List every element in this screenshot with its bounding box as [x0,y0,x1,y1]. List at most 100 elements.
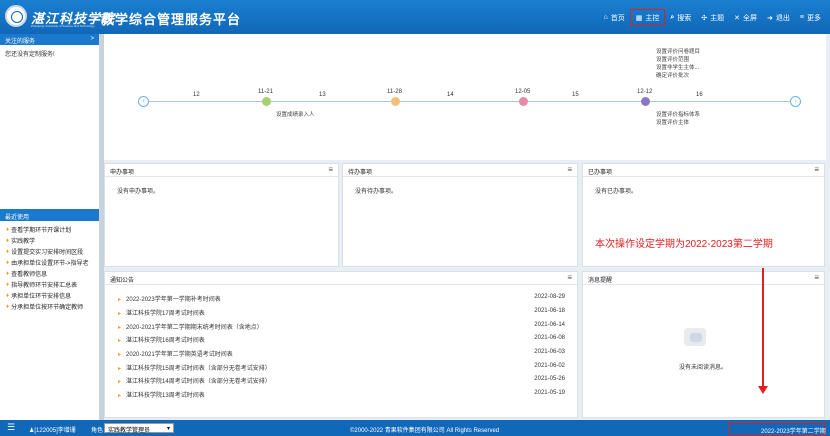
top-bar: 湛江科技学院 Zhanjiang University of Science a… [0,0,830,34]
bullet-icon: ▸ [118,338,122,344]
notice-item[interactable]: ▸ 2020-2021学年第二学期英语考试时间表 [118,349,233,358]
notice-item[interactable]: ▸ 湛江科技学院16周考试时间表 [118,335,205,344]
status-bar: ☰ ♟[122005]李增珊 角色 实践教学管理员 ▾ ©2000-2022 青果… [0,420,830,436]
notice-date: 2021-06-14 [534,322,565,328]
bullet-icon: ▸ [118,311,122,317]
timeline-next-button[interactable]: › [790,96,801,107]
notice-item[interactable]: ▸ 湛江科技学院15周考试时间表（含部分无卷考试安排） [118,363,271,372]
bullet-icon: ♦ [6,303,10,310]
bullet-icon: ♦ [6,259,10,266]
todo-panel: 待办事项 ≡ 没有待办事项。 [342,163,578,267]
timeline-event[interactable]: 设置评价指标体系 [656,111,700,119]
panel-menu-icon[interactable]: ≡ [567,274,572,282]
notice-date: 2021-06-02 [534,363,565,369]
user-info[interactable]: ♟[122005]李增珊 [29,425,76,434]
notice-date: 2021-06-03 [534,349,565,355]
recent-item[interactable]: ♦ 分承担单位按环节确定教师 [0,301,99,312]
calendar-timeline: ‹ › 12 13 14 15 16 11-21 11-28 12-05 12-… [104,34,826,160]
nav-theme[interactable]: ✣ 主题 [696,9,729,26]
annotation-arrow-head [758,386,768,394]
week-number: 14 [447,92,454,98]
timeline-date: 11-28 [387,89,402,95]
pending-panel: 申办事项 ≡ 没有申办事项。 [104,163,339,267]
recent-item[interactable]: ♦ 指导教师环节安排汇总表 [0,279,99,290]
timeline-node[interactable] [519,97,528,106]
panel-title: 通知公告 [110,278,135,284]
panel-menu-icon[interactable]: ≡ [567,166,572,174]
panel-menu-icon[interactable]: ≡ [328,166,333,174]
notices-panel: 通知公告 ≡ ▸ 2022-2023学年第一学期补考时间表 2022-08-29 ▸… [104,271,578,418]
panel-menu-icon[interactable]: ≡ [814,274,819,282]
week-number: 13 [319,92,326,98]
bullet-icon: ▸ [118,297,122,303]
annotation-text: 本次操作设定学期为2022-2023第二学期 [595,239,773,250]
bullet-icon: ♦ [6,248,10,255]
chevron-down-icon: ▾ [166,426,170,432]
bullet-icon: ♦ [6,292,10,299]
search-icon: ⌕ [670,13,675,21]
recent-list: ♦ 查看学期环节开课计划 ♦ 实践教学 ♦ 设置提交实习安排时间区段 ♦ 由承担单位设置… [0,224,99,312]
notice-date: 2021-06-18 [534,308,565,314]
bullet-icon: ▸ [118,393,122,399]
more-icon: ≡ [799,14,804,21]
panel-empty-text: 没有申办事项。 [117,189,160,195]
notice-date: 2021-05-19 [534,390,565,396]
nav-fullscreen[interactable]: ✕ 全屏 [729,9,762,26]
timeline-event[interactable]: 设置成绩录入人 [276,111,315,119]
timeline-node[interactable] [391,97,400,106]
notice-item[interactable]: ▸ 湛江科技学院13周考试时间表 [118,390,205,399]
timeline-node[interactable] [641,97,650,106]
panel-menu-icon[interactable]: ≡ [814,166,819,174]
role-label: 角色 [91,428,104,434]
timeline-prev-button[interactable]: ‹ [138,96,149,107]
recent-item[interactable]: ♦ 查看学期环节开课计划 [0,224,99,235]
panel-title: 已办事项 [588,170,613,176]
nav-dashboard[interactable]: ▦ 主控 [629,9,666,26]
timeline-date: 11-21 [258,89,273,95]
top-nav: ⌂ 首页 ▦ 主控 ⌕ 搜索 ✣ 主题 ✕ 全屏 ➜ 退出 ≡ 更多 [599,9,827,26]
panel-title: 消息提醒 [588,278,613,284]
home-icon: ⌂ [603,14,608,21]
nav-search[interactable]: ⌕ 搜索 [665,9,696,26]
nav-more[interactable]: ≡ 更多 [795,9,826,26]
nav-logout[interactable]: ➜ 退出 [762,9,795,26]
notice-item[interactable]: ▸ 2022-2023学年第一学期补考时间表 [118,294,221,303]
recent-item[interactable]: ♦ 查看教师信息 [0,268,99,279]
recent-item[interactable]: ♦ 承担单位环节安排信息 [0,290,99,301]
followed-services-header[interactable]: 关注的服务 > [0,34,99,45]
message-empty-icon [684,328,706,346]
notice-date: 2021-06-08 [534,335,565,341]
role-select[interactable]: 实践教学管理员 ▾ [104,423,174,434]
annotation-arrow [762,268,764,388]
timeline-axis [144,101,794,102]
panel-title: 申办事项 [110,170,135,176]
current-term[interactable]: 2022-2023学年第二学期 [728,422,826,435]
recent-item[interactable]: ♦ 设置提交实习安排时间区段 [0,246,99,257]
recent-item[interactable]: ♦ 由承担单位设置环节->指导老 [0,257,99,268]
theme-icon: ✣ [701,14,708,22]
done-panel: 已办事项 ≡ 没有已办事项。 [582,163,825,267]
timeline-node[interactable] [262,97,271,106]
nav-home[interactable]: ⌂ 首页 [599,9,630,26]
followed-empty-text: 您还没有定制服务! [5,52,55,58]
school-logo [5,5,27,27]
bullet-icon: ▸ [118,352,122,358]
notice-item[interactable]: ▸ 湛江科技学院17周考试时间表 [118,308,205,317]
timeline-event[interactable]: 设置评价主体 [656,119,689,127]
bullet-icon: ♦ [6,226,10,233]
timeline-event[interactable]: 设置评价问卷题目 [656,48,700,56]
week-number: 16 [696,92,703,98]
notice-item[interactable]: ▸ 湛江科技学院14周考试时间表（含部分无卷考试安排） [118,376,271,385]
notice-date: 2021-05-26 [534,376,565,382]
timeline-event[interactable]: 确定评价批次 [656,72,689,80]
bullet-icon: ▸ [118,325,122,331]
recent-header: 最近使用 [0,209,99,221]
timeline-date: 12-05 [515,89,531,95]
menu-icon[interactable]: ☰ [7,422,15,433]
notice-item[interactable]: ▸ 2020-2021学年第二学期期末统考时间表（含地点） [118,322,263,331]
timeline-event[interactable]: 设置非学生主体... [656,64,699,72]
school-name-en: Zhanjiang University of Science and Tech… [31,24,95,28]
recent-item[interactable]: ♦ 实践教学 [0,235,99,246]
panel-empty-text: 没有待办事项。 [355,189,398,195]
timeline-event[interactable]: 设置评价范围 [656,56,689,64]
